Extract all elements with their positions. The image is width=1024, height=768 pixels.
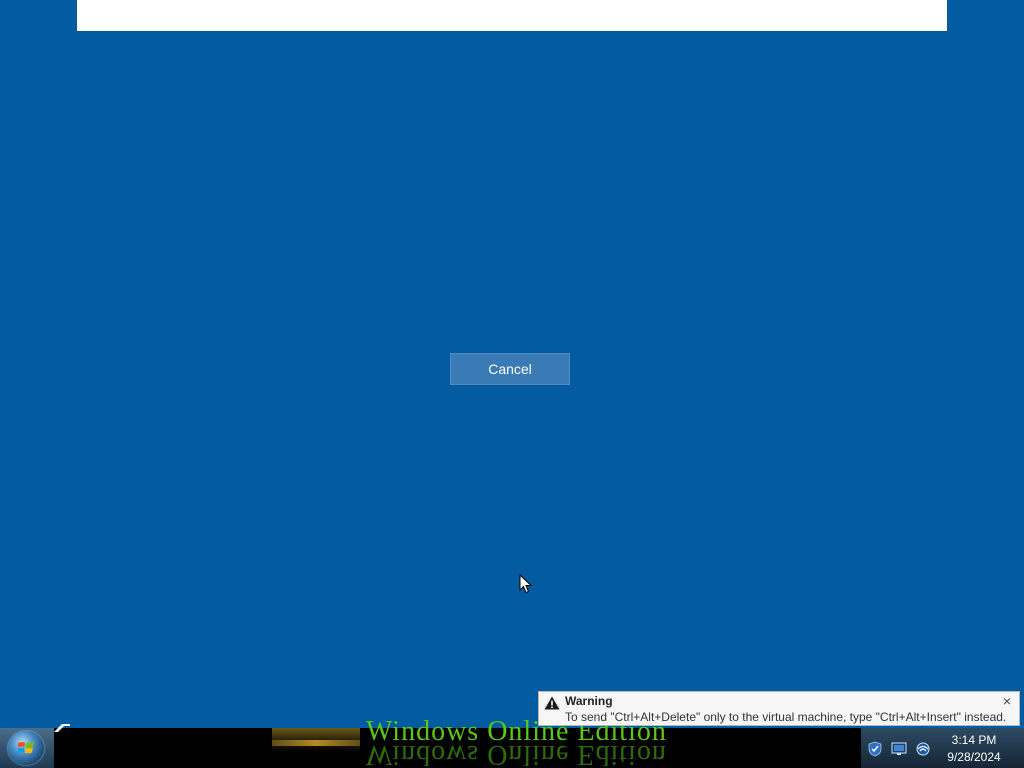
corner-notch-icon: [54, 724, 70, 732]
taskbar: Windows Online Edition Windows Online Ed…: [0, 720, 1024, 768]
system-tray: 3:14 PM 9/28/2024: [861, 728, 1024, 768]
cancel-button[interactable]: Cancel: [450, 353, 570, 385]
start-button[interactable]: [0, 728, 54, 768]
close-icon[interactable]: ×: [999, 693, 1015, 709]
wallpaper-banner-reflection: Windows Online Edition: [366, 742, 667, 766]
shield-icon[interactable]: [867, 741, 883, 757]
mouse-pointer-icon: [519, 574, 533, 594]
notification-message: To send "Ctrl+Alt+Delete" only to the vi…: [565, 710, 1007, 724]
warning-notification[interactable]: Warning To send "Ctrl+Alt+Delete" only t…: [538, 691, 1020, 726]
windows-logo-icon: [18, 741, 34, 754]
top-white-bar: [77, 0, 947, 31]
clock-time[interactable]: 3:14 PM: [943, 733, 1005, 747]
warning-icon: [544, 696, 560, 710]
wallpaper-banner-stripe: [272, 740, 360, 746]
start-orb[interactable]: [8, 731, 44, 765]
monitor-icon[interactable]: [891, 741, 907, 757]
network-icon[interactable]: [915, 741, 931, 757]
notification-title: Warning: [565, 694, 613, 708]
clock-date[interactable]: 9/28/2024: [943, 750, 1005, 764]
